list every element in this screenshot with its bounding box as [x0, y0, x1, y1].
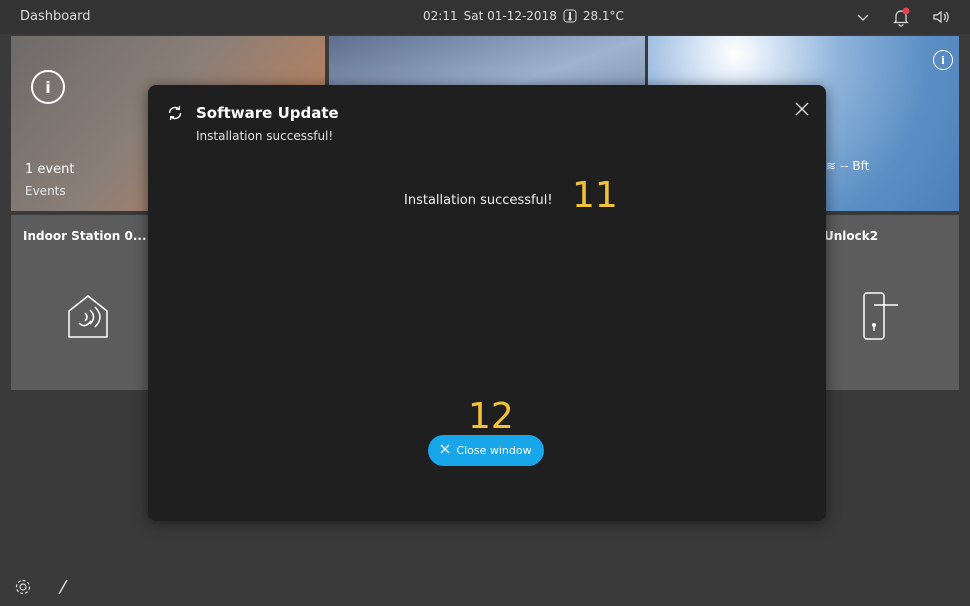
close-window-button[interactable]: Close window — [428, 435, 544, 466]
door-handle-icon — [860, 291, 902, 347]
annotation-marker: 11 — [572, 175, 618, 216]
close-icon[interactable] — [794, 101, 810, 121]
refresh-icon — [166, 104, 184, 126]
page-title: Dashboard — [20, 9, 91, 24]
wind-speed: ≋ -- Bft — [826, 159, 870, 173]
event-count: 1 event — [25, 162, 75, 177]
events-label: Events — [25, 184, 66, 198]
close-icon — [440, 444, 450, 457]
chevron-down-icon[interactable] — [856, 10, 870, 24]
status-message: Installation successful! — [404, 193, 553, 208]
dialog-subtitle: Installation successful! — [196, 129, 334, 143]
status-info: 02:11 Sat 01-12-2018 28.1°C — [423, 9, 624, 23]
info-icon[interactable]: i — [933, 50, 953, 70]
info-icon: i — [31, 70, 65, 104]
clock-time: 02:11 — [423, 9, 458, 23]
indoor-station-label: Indoor Station 0... — [23, 229, 147, 243]
unlock-label: Unlock2 — [824, 229, 879, 243]
indoor-station-icon — [65, 293, 111, 345]
software-update-dialog: Software Update Installation successful!… — [148, 85, 826, 521]
dialog-title: Software Update — [196, 104, 339, 122]
temperature: 28.1°C — [582, 9, 624, 23]
thermometer-icon — [563, 9, 577, 23]
top-bar: Dashboard 02:11 Sat 01-12-2018 28.1°C — [0, 0, 970, 34]
speaker-icon[interactable] — [932, 9, 950, 25]
annotation-marker: 12 — [468, 396, 514, 437]
close-window-label: Close window — [456, 444, 532, 457]
wind-icon: ≋ — [826, 159, 837, 173]
clock-date: Sat 01-12-2018 — [463, 9, 557, 23]
bell-icon[interactable] — [892, 7, 910, 27]
settings-icon[interactable] — [14, 578, 32, 600]
edit-icon[interactable] — [56, 578, 70, 600]
